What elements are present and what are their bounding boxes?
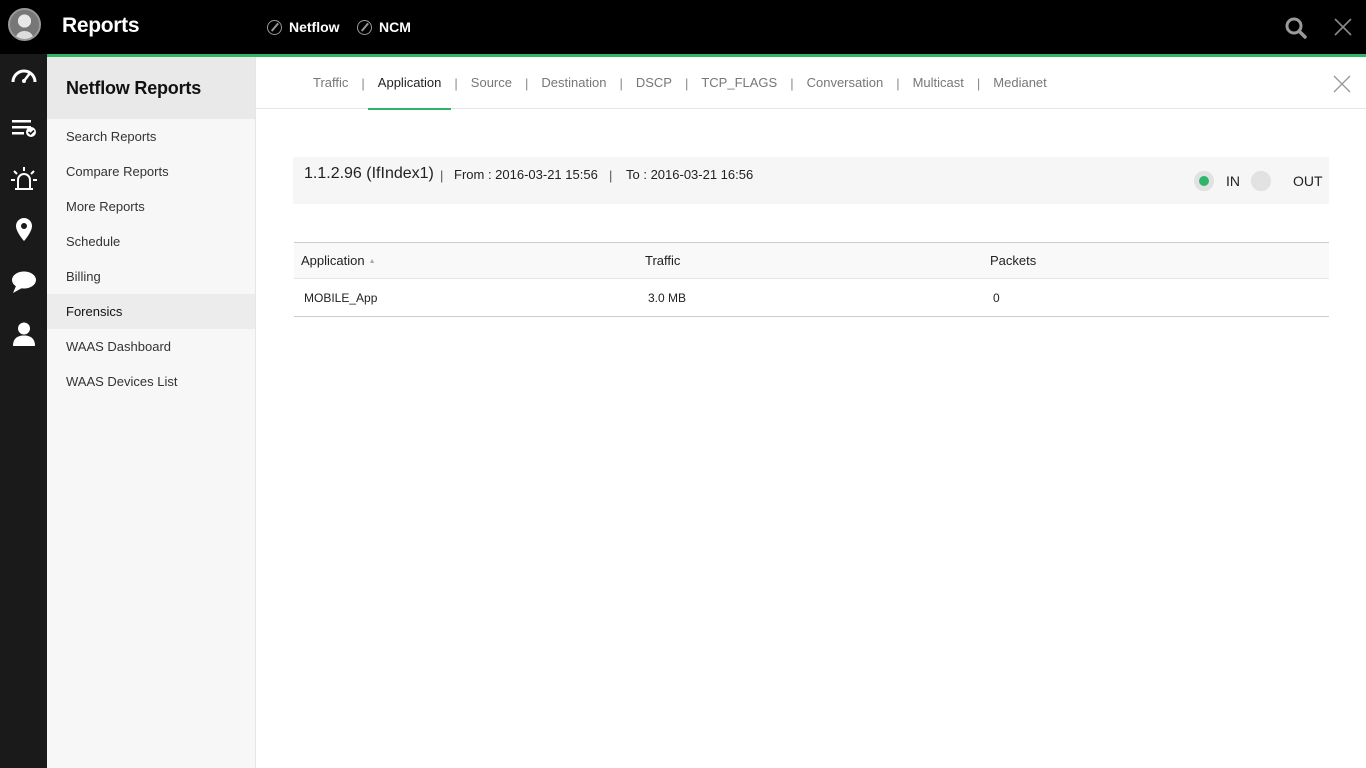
column-header-label: Application: [301, 253, 365, 268]
top-bar: Reports Netflow NCM: [0, 0, 1366, 54]
column-header-traffic[interactable]: Traffic: [645, 242, 990, 279]
sidebar-item-billing[interactable]: Billing: [47, 259, 255, 294]
radio-out-label[interactable]: OUT: [1293, 173, 1323, 189]
sidebar-item-search-reports[interactable]: Search Reports: [47, 119, 255, 154]
module-link-ncm[interactable]: NCM: [357, 18, 411, 36]
close-icon[interactable]: [1332, 74, 1352, 94]
search-icon[interactable]: [1284, 16, 1308, 40]
module-link-netflow[interactable]: Netflow: [267, 18, 340, 36]
report-tabs: Traffic | Application | Source | Destina…: [256, 57, 1366, 110]
application-table: Application ▲ Traffic Packets MOBILE_App …: [294, 242, 1329, 317]
sidebar-item-compare-reports[interactable]: Compare Reports: [47, 154, 255, 189]
close-icon[interactable]: [1333, 17, 1353, 37]
module-label: NCM: [379, 19, 411, 35]
tab-traffic[interactable]: Traffic: [313, 57, 358, 109]
alarm-icon[interactable]: [9, 164, 39, 194]
direction-toggle: IN OUT: [1194, 171, 1323, 191]
sidebar-menu: Search Reports Compare Reports More Repo…: [47, 119, 255, 399]
radio-out[interactable]: [1251, 171, 1271, 191]
info-separator: |: [609, 168, 613, 183]
tab-separator: |: [976, 75, 981, 91]
cell-traffic: 3.0 MB: [648, 290, 687, 305]
time-range-to: To : 2016-03-21 16:56: [626, 167, 754, 182]
tab-separator: |: [684, 75, 689, 91]
radio-in-label[interactable]: IN: [1226, 173, 1240, 189]
table-row: MOBILE_App 3.0 MB 0: [294, 279, 1329, 317]
reports-sidebar: Netflow Reports Search Reports Compare R…: [47, 57, 256, 768]
map-pin-icon[interactable]: [9, 215, 39, 245]
dashboard-gauge-icon[interactable]: [9, 60, 39, 90]
tab-separator: |: [525, 75, 529, 91]
tab-destination[interactable]: Destination: [531, 57, 616, 109]
cell-packets: 0: [993, 290, 1000, 305]
tab-multicast[interactable]: Multicast: [903, 57, 974, 109]
sidebar-item-forensics[interactable]: Forensics: [47, 294, 255, 329]
tab-application[interactable]: Application: [367, 57, 452, 110]
icon-rail: [0, 54, 47, 768]
time-range-from: From : 2016-03-21 15:56: [454, 167, 598, 182]
report-info-bar: 1.1.2.96 (IfIndex1) | From : 2016-03-21 …: [293, 157, 1329, 204]
user-avatar[interactable]: [8, 8, 41, 41]
tab-separator: |: [619, 75, 623, 91]
chat-icon[interactable]: [9, 267, 39, 297]
tab-separator: |: [896, 75, 900, 91]
tab-separator: |: [454, 75, 458, 91]
info-separator: |: [440, 168, 444, 183]
sidebar-title: Netflow Reports: [47, 57, 255, 119]
compass-icon: [357, 19, 372, 35]
sort-ascending-icon: ▲: [368, 258, 376, 266]
interface-name: 1.1.2.96 (IfIndex1): [304, 165, 434, 182]
sidebar-item-waas-devices-list[interactable]: WAAS Devices List: [47, 364, 255, 399]
tab-dscp[interactable]: DSCP: [626, 57, 682, 109]
compass-icon: [267, 19, 282, 35]
tab-list: Traffic | Application | Source | Destina…: [313, 57, 1057, 110]
user-icon[interactable]: [9, 319, 39, 349]
table-header-row: Application ▲ Traffic Packets: [294, 242, 1329, 279]
tab-conversation[interactable]: Conversation: [797, 57, 894, 109]
tab-separator: |: [361, 75, 365, 91]
tab-separator: |: [790, 75, 794, 91]
column-header-packets[interactable]: Packets: [990, 242, 1329, 279]
app-title: Reports: [62, 14, 140, 37]
module-label: Netflow: [289, 19, 340, 35]
cell-application: MOBILE_App: [304, 290, 378, 305]
inventory-check-icon[interactable]: [9, 113, 39, 143]
sidebar-item-more-reports[interactable]: More Reports: [47, 189, 255, 224]
sidebar-item-waas-dashboard[interactable]: WAAS Dashboard: [47, 329, 255, 364]
radio-in[interactable]: [1194, 171, 1214, 191]
tab-tcp-flags[interactable]: TCP_FLAGS: [691, 57, 787, 109]
column-header-application[interactable]: Application ▲: [294, 242, 645, 279]
tab-medianet[interactable]: Medianet: [983, 57, 1056, 109]
sidebar-item-schedule[interactable]: Schedule: [47, 224, 255, 259]
tab-source[interactable]: Source: [461, 57, 522, 109]
